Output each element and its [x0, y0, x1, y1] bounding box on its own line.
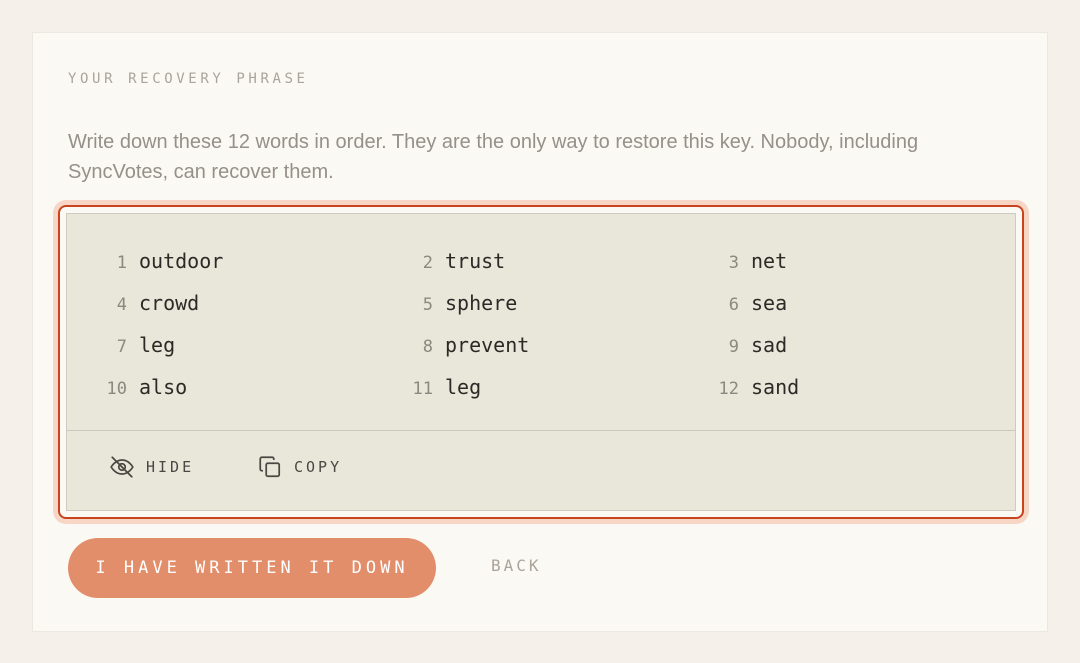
word-index: 4 — [116, 295, 127, 315]
word-index: 7 — [116, 337, 127, 357]
phrase-actions: HIDE COPY — [67, 431, 1015, 503]
word-index: 10 — [106, 379, 127, 399]
word-item: 1 outdoor — [67, 240, 224, 282]
word-text: sphere — [445, 291, 518, 315]
section-eyebrow: YOUR RECOVERY PHRASE — [68, 71, 309, 87]
copy-label: COPY — [294, 458, 343, 476]
word-index: 8 — [422, 337, 433, 357]
phrase-panel: 1 outdoor 2 trust 3 net 4 crowd 5 sphere 6 sea… — [66, 213, 1016, 511]
word-index: 11 — [412, 379, 433, 399]
word-index: 1 — [116, 253, 127, 273]
word-text: sand — [751, 375, 800, 399]
word-text: also — [139, 375, 188, 399]
word-item: 2 trust — [373, 240, 505, 282]
word-item: 7 leg — [67, 324, 175, 366]
word-text: outdoor — [139, 249, 224, 273]
word-index: 2 — [422, 253, 433, 273]
recovery-phrase-card: YOUR RECOVERY PHRASE Write down these 12… — [32, 32, 1048, 632]
word-item: 8 prevent — [373, 324, 530, 366]
word-index: 5 — [422, 295, 433, 315]
word-text: leg — [139, 333, 176, 357]
section-description: Write down these 12 words in order. They… — [68, 131, 919, 183]
word-grid: 1 outdoor 2 trust 3 net 4 crowd 5 sphere 6 sea… — [67, 214, 1015, 431]
word-index: 12 — [718, 379, 739, 399]
confirm-written-button[interactable]: I HAVE WRITTEN IT DOWN — [68, 538, 436, 598]
hide-button[interactable]: HIDE — [109, 454, 194, 480]
word-index: 6 — [728, 295, 739, 315]
word-item: 3 net — [679, 240, 787, 282]
word-text: sad — [751, 333, 788, 357]
hide-label: HIDE — [146, 458, 195, 476]
word-index: 9 — [728, 337, 739, 357]
copy-icon — [259, 456, 281, 478]
word-text: net — [751, 249, 788, 273]
word-text: sea — [751, 291, 788, 315]
word-text: leg — [445, 375, 482, 399]
word-item: 9 sad — [679, 324, 787, 366]
word-text: prevent — [445, 333, 530, 357]
word-item: 5 sphere — [373, 282, 518, 324]
word-item: 11 leg — [373, 366, 482, 408]
word-item: 10 also — [67, 366, 188, 408]
word-item: 4 crowd — [67, 282, 199, 324]
word-item: 12 sand — [679, 366, 800, 408]
back-button[interactable]: BACK — [491, 556, 542, 575]
word-text: crowd — [139, 291, 200, 315]
phrase-box-focused[interactable]: 1 outdoor 2 trust 3 net 4 crowd 5 sphere 6 sea… — [58, 205, 1024, 519]
copy-button[interactable]: COPY — [257, 454, 342, 480]
word-text: trust — [445, 249, 506, 273]
eye-off-icon — [110, 456, 134, 478]
word-index: 3 — [728, 253, 739, 273]
word-item: 6 sea — [679, 282, 787, 324]
